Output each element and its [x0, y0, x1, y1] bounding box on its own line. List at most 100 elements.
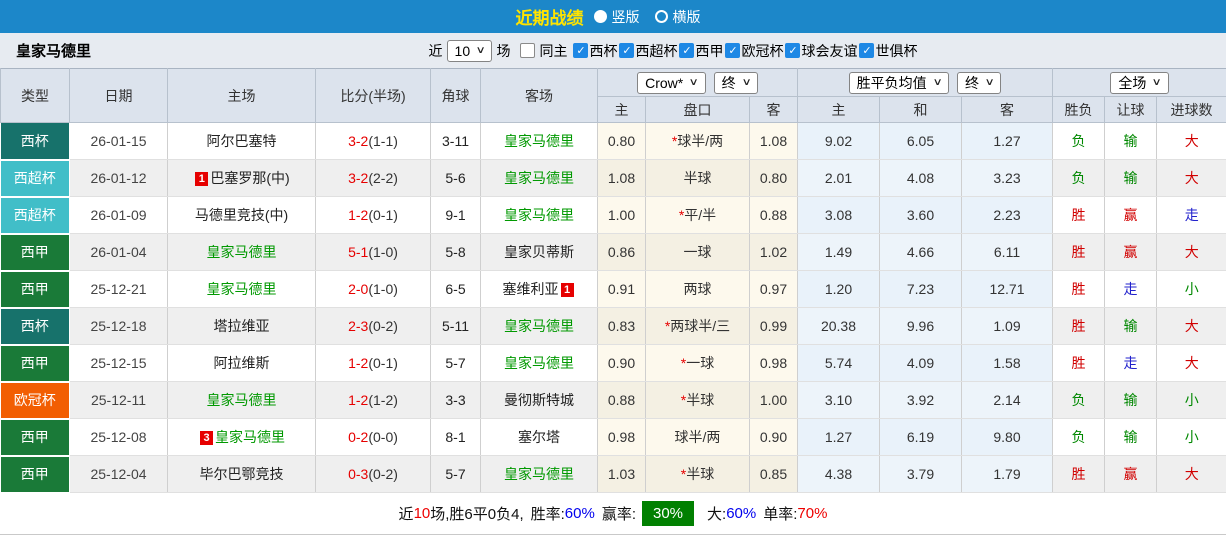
home-team-name[interactable]: 阿尔巴塞特: [207, 133, 277, 149]
table-row: 西甲 25-12-15 阿拉维斯 1-2(0-1) 5-7 皇家马德里 0.90…: [0, 344, 1226, 383]
avg-header-group: 胜平负均值 ∨ 终 ∨: [797, 68, 1053, 97]
competition-checkbox[interactable]: ✓: [859, 43, 875, 58]
avg-odds-select[interactable]: 胜平负均值 ∨: [848, 71, 949, 94]
away-team-name[interactable]: 皇家马德里: [504, 133, 574, 149]
home-team-cell[interactable]: 马德里竞技(中): [167, 196, 316, 234]
home-team-name[interactable]: 毕尔巴鄂竞技: [200, 466, 284, 482]
home-team-cell[interactable]: 阿尔巴塞特: [167, 122, 316, 160]
avg-home-cell: 5.74: [797, 344, 880, 382]
bookmaker-select[interactable]: Crow* ∨: [637, 71, 706, 94]
competition-label: 世俱杯: [875, 42, 918, 59]
home-team-cell[interactable]: 塔拉维亚: [167, 307, 316, 345]
same-home-checkbox[interactable]: [520, 43, 536, 58]
away-team-cell[interactable]: 皇家马德里: [480, 455, 598, 493]
col-header-date: 日期: [69, 68, 168, 123]
competition-filter-item[interactable]: ✓ 西超杯: [619, 41, 677, 61]
away-team-cell[interactable]: 皇家马德里: [480, 122, 598, 160]
handicap-value: 半球: [686, 466, 715, 482]
horizontal-layout-radio[interactable]: [654, 10, 668, 23]
home-team-cell[interactable]: 皇家马德里: [167, 381, 316, 419]
home-team-name[interactable]: 皇家马德里: [207, 392, 277, 408]
table-row: 西超杯 26-01-12 1 巴塞罗那(中) 3-2(2-2) 5-6 皇家马德里…: [0, 159, 1226, 198]
away-team-cell[interactable]: 皇家马德里: [480, 344, 598, 382]
home-team-cell[interactable]: 皇家马德里: [167, 270, 316, 308]
away-team-cell[interactable]: 皇家马德里: [480, 159, 598, 197]
competition-filter-item[interactable]: ✓ 欧冠杯: [725, 41, 783, 61]
avg-home-cell: 9.02: [797, 122, 880, 160]
result-winlose-cell: 胜: [1052, 270, 1105, 308]
vertical-layout-label[interactable]: 竖版: [612, 7, 640, 27]
home-team-name[interactable]: 阿拉维斯: [214, 355, 270, 371]
away-team-cell[interactable]: 塞尔塔: [480, 418, 598, 456]
same-home-label[interactable]: 同主: [539, 41, 567, 61]
match-date: 26-01-12: [69, 159, 168, 197]
competition-checkbox[interactable]: ✓: [573, 43, 589, 58]
away-team-name[interactable]: 皇家贝蒂斯: [504, 244, 574, 260]
away-team-name[interactable]: 皇家马德里: [504, 355, 574, 371]
home-team-name[interactable]: 塔拉维亚: [214, 318, 270, 334]
handicap-cell: 球半/两: [645, 418, 750, 456]
competition-filter-item[interactable]: ✓ 球会友谊: [785, 41, 857, 61]
odds-time-select[interactable]: 终 ∨: [713, 71, 758, 94]
competition-filter-item[interactable]: ✓ 世俱杯: [859, 41, 917, 61]
away-team-cell[interactable]: 塞维利亚 1: [480, 270, 598, 308]
away-team-name[interactable]: 塞尔塔: [518, 429, 560, 445]
away-team-name[interactable]: 皇家马德里: [504, 466, 574, 482]
home-team-cell[interactable]: 3 皇家马德里: [167, 418, 316, 456]
avg-away-cell: 9.80: [961, 418, 1053, 456]
avg-time-select[interactable]: 终 ∨: [957, 71, 1002, 94]
halftime-score: (1-2): [368, 392, 398, 408]
col-header-type: 类型: [0, 68, 70, 123]
home-team-name[interactable]: 皇家马德里: [215, 429, 285, 445]
halftime-score: (1-1): [368, 133, 398, 149]
away-odds-cell: 1.08: [749, 122, 798, 160]
away-team-name[interactable]: 皇家马德里: [504, 318, 574, 334]
away-team-cell[interactable]: 皇家贝蒂斯: [480, 233, 598, 271]
home-team-cell[interactable]: 阿拉维斯: [167, 344, 316, 382]
away-team-cell[interactable]: 皇家马德里: [480, 196, 598, 234]
away-odds-cell: 0.90: [749, 418, 798, 456]
table-row: 西杯 26-01-15 阿尔巴塞特 3-2(1-1) 3-11 皇家马德里 0.…: [0, 122, 1226, 161]
home-odds-cell: 0.80: [597, 122, 646, 160]
home-team-cell[interactable]: 1 巴塞罗那(中): [167, 159, 316, 197]
avg-home-cell: 3.10: [797, 381, 880, 419]
summary-recent-label: 近: [398, 506, 414, 524]
fulltime-score: 1-2: [348, 207, 369, 223]
competition-checkbox[interactable]: ✓: [619, 43, 635, 58]
competition-type-badge: 西超杯: [0, 159, 70, 198]
home-team-name[interactable]: 皇家马德里: [207, 244, 277, 260]
vertical-layout-radio[interactable]: [593, 10, 607, 23]
away-team-name[interactable]: 皇家马德里: [504, 170, 574, 186]
recent-count-select[interactable]: 10 ∨: [446, 39, 493, 62]
scope-select[interactable]: 全场 ∨: [1110, 71, 1169, 94]
home-team-name[interactable]: 马德里竞技(中): [195, 207, 288, 223]
away-odds-cell: 0.98: [749, 344, 798, 382]
result-winlose-cell: 负: [1052, 418, 1105, 456]
competition-checkbox[interactable]: ✓: [785, 43, 801, 58]
fulltime-score: 5-1: [348, 244, 369, 260]
competition-checkbox[interactable]: ✓: [679, 43, 695, 58]
horizontal-layout-label[interactable]: 横版: [673, 7, 701, 27]
away-team-name[interactable]: 皇家马德里: [504, 207, 574, 223]
away-team-name[interactable]: 塞维利亚: [503, 281, 559, 297]
sub-header-avg-away: 客: [961, 96, 1053, 123]
summary-win-rate-label: 胜率:: [530, 506, 565, 524]
corner-cell: 5-7: [430, 344, 481, 382]
home-team-name[interactable]: 皇家马德里: [207, 281, 277, 297]
away-team-name[interactable]: 曼彻斯特城: [504, 392, 574, 408]
filter-bar: 皇家马德里 近 10 ∨ 场 同主 ✓ 西杯 ✓ 西超杯 ✓ 西甲 ✓ 欧冠杯 …: [0, 33, 1226, 68]
competition-type-badge: 西甲: [0, 270, 70, 309]
away-team-cell[interactable]: 曼彻斯特城: [480, 381, 598, 419]
summary-single-rate: 70%: [797, 505, 828, 523]
avg-draw-cell: 4.09: [879, 344, 962, 382]
competition-filter-item[interactable]: ✓ 西甲: [679, 41, 723, 61]
competition-filter-item[interactable]: ✓ 西杯: [573, 41, 617, 61]
competition-type-badge: 欧冠杯: [0, 381, 70, 420]
home-team-name[interactable]: 巴塞罗那(中): [210, 170, 289, 186]
away-team-cell[interactable]: 皇家马德里: [480, 307, 598, 345]
summary-single-label: 单率:: [763, 506, 798, 524]
home-team-cell[interactable]: 皇家马德里: [167, 233, 316, 271]
competition-checkbox[interactable]: ✓: [725, 43, 741, 58]
home-team-cell[interactable]: 毕尔巴鄂竞技: [167, 455, 316, 493]
summary-win-rate: 60%: [564, 505, 595, 523]
